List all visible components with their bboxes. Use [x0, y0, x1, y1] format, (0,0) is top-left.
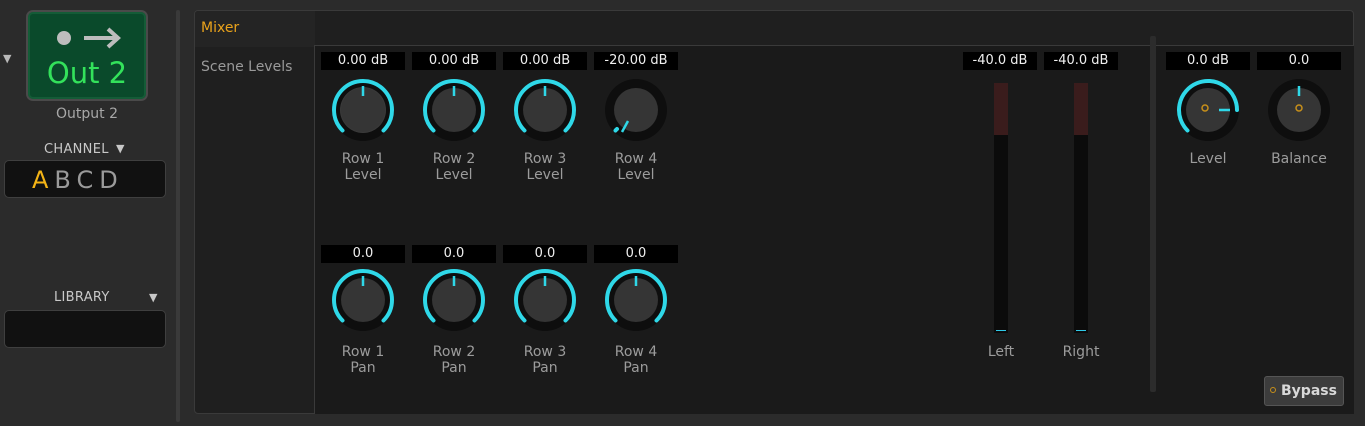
row2-level-label: Row 2 Level — [432, 151, 476, 183]
output-balance-value[interactable]: 0.0 — [1257, 52, 1341, 70]
row3-pan-value[interactable]: 0.0 — [503, 245, 587, 263]
output-balance-knob[interactable] — [1267, 78, 1331, 142]
row4-pan-knob[interactable] — [604, 268, 668, 332]
library-field[interactable] — [4, 310, 166, 348]
row1-pan-knob[interactable] — [331, 268, 395, 332]
row1-pan-label: Row 1 Pan — [341, 344, 385, 376]
channel-d[interactable]: D — [99, 166, 123, 194]
row1-pan-value[interactable]: 0.0 — [321, 245, 405, 263]
output-level-knob[interactable] — [1176, 78, 1240, 142]
row2-level-value[interactable]: 0.00 dB — [412, 52, 496, 70]
row2-level-knob[interactable] — [422, 78, 486, 142]
output-badge-label: Out 2 — [46, 56, 128, 90]
meter-right-value: -40.0 dB — [1044, 52, 1118, 70]
output-balance-label: Balance — [1271, 151, 1327, 167]
library-title: LIBRARY — [54, 290, 110, 305]
row3-pan-knob[interactable] — [513, 268, 577, 332]
section-divider — [1150, 36, 1156, 392]
row4-level-knob[interactable] — [604, 78, 668, 142]
panel-divider[interactable] — [176, 10, 180, 422]
tab-mixer-label[interactable]: Mixer — [201, 20, 239, 36]
row1-level-knob[interactable] — [331, 78, 395, 142]
meter-left-value: -40.0 dB — [963, 52, 1037, 70]
library-dropdown-icon[interactable]: ▼ — [149, 291, 157, 304]
bypass-button[interactable]: Bypass — [1264, 376, 1344, 406]
output-route-icon — [57, 27, 121, 49]
row3-level-knob[interactable] — [513, 78, 577, 142]
row1-level-label: Row 1 Level — [341, 151, 385, 183]
tab-scene-levels[interactable]: Scene Levels — [201, 59, 292, 75]
output-level-value[interactable]: 0.0 dB — [1166, 52, 1250, 70]
output-level-label: Level — [1189, 151, 1227, 167]
collapse-caret-icon[interactable]: ▼ — [3, 52, 11, 65]
bypass-label: Bypass — [1281, 383, 1337, 399]
row2-pan-knob[interactable] — [422, 268, 486, 332]
row4-level-value[interactable]: -20.00 dB — [594, 52, 678, 70]
row3-level-value[interactable]: 0.00 dB — [503, 52, 587, 70]
meter-right-label: Right — [1062, 344, 1100, 360]
channel-c[interactable]: C — [76, 166, 99, 194]
row3-level-label: Row 3 Level — [523, 151, 567, 183]
output-badge[interactable]: Out 2 — [26, 10, 148, 101]
meter-left — [994, 83, 1008, 333]
channel-a[interactable]: A — [32, 166, 54, 194]
bypass-led-icon — [1270, 387, 1276, 393]
channel-dropdown-icon[interactable]: ▼ — [116, 142, 124, 155]
channel-b[interactable]: B — [54, 166, 76, 194]
row4-pan-label: Row 4 Pan — [614, 344, 658, 376]
row1-level-value[interactable]: 0.00 dB — [321, 52, 405, 70]
row2-pan-value[interactable]: 0.0 — [412, 245, 496, 263]
row4-pan-value[interactable]: 0.0 — [594, 245, 678, 263]
row4-level-label: Row 4 Level — [614, 151, 658, 183]
meter-left-label: Left — [987, 344, 1015, 360]
row3-pan-label: Row 3 Pan — [523, 344, 567, 376]
channel-letters: ABCD — [32, 166, 124, 194]
output-name: Output 2 — [56, 106, 118, 122]
row2-pan-label: Row 2 Pan — [432, 344, 476, 376]
channel-title: CHANNEL — [44, 142, 109, 157]
meter-right — [1074, 83, 1088, 333]
